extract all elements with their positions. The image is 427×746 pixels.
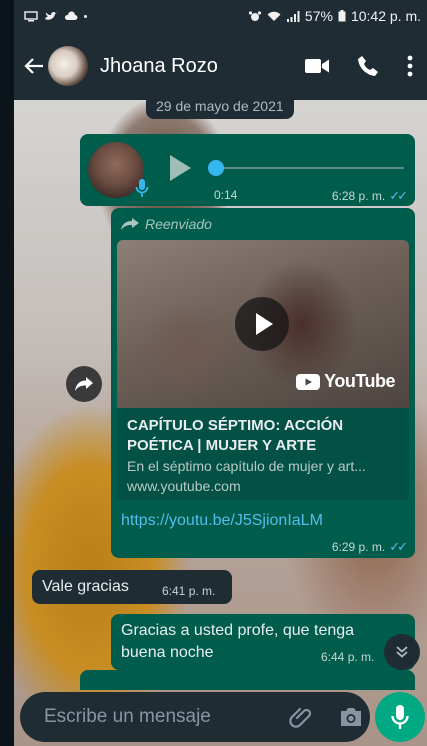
- forward-shortcut-button[interactable]: [66, 366, 102, 402]
- incoming-message-bubble[interactable]: Vale gracias 6:41 p. m.: [32, 570, 232, 604]
- header-actions: [305, 55, 417, 77]
- video-call-icon[interactable]: [305, 58, 329, 74]
- audio-message-bubble[interactable]: 0:14 6:28 p. m. ✓✓: [80, 134, 415, 206]
- composer-actions: [289, 705, 363, 729]
- play-icon: [256, 313, 273, 335]
- voice-record-button[interactable]: [375, 692, 425, 742]
- next-message-bubble[interactable]: [80, 670, 415, 690]
- cloud-icon: [64, 11, 78, 20]
- clock: 10:42 p. m.: [350, 8, 421, 24]
- scroll-to-bottom-button[interactable]: [384, 634, 420, 670]
- audio-progress-track[interactable]: [214, 167, 404, 169]
- chat-header: Jhoana Rozo: [14, 32, 427, 100]
- more-options-icon[interactable]: [407, 55, 413, 77]
- video-play-button[interactable]: [235, 297, 289, 351]
- message-composer: [20, 692, 370, 742]
- message-text: Vale gracias: [42, 578, 129, 595]
- contact-avatar[interactable]: [48, 46, 88, 86]
- audio-play-icon[interactable]: [168, 154, 192, 182]
- youtube-wordmark: YouTube: [324, 371, 395, 391]
- link-url[interactable]: https://youtu.be/J5SjionIaLM: [121, 512, 323, 530]
- alarm-icon: [248, 10, 262, 21]
- date-divider: 29 de mayo de 2021: [146, 93, 294, 119]
- audio-message-meta: 6:28 p. m. ✓✓: [331, 188, 408, 204]
- message-time: 6:41 p. m.: [162, 584, 216, 598]
- youtube-logo: YouTube: [296, 371, 395, 392]
- wifi-icon: [267, 11, 281, 21]
- forward-arrow-icon: [75, 377, 93, 391]
- message-input[interactable]: [44, 706, 289, 728]
- link-description: En el séptimo capítulo de mujer y art...: [127, 458, 366, 474]
- forwarded-text: Reenviado: [145, 216, 212, 232]
- double-chevron-down-icon: [396, 646, 408, 658]
- message-time: 6:28 p. m.: [331, 189, 386, 203]
- read-receipt-icon: ✓✓: [389, 539, 408, 554]
- link-title: CAPÍTULO SÉPTIMO: ACCIÓN POÉTICA | MUJER…: [127, 417, 344, 454]
- status-notifications: [24, 10, 87, 22]
- camera-icon[interactable]: [339, 706, 363, 728]
- signal-icon: [286, 10, 300, 22]
- back-arrow-icon: [24, 58, 43, 74]
- battery-icon: [338, 10, 346, 22]
- microphone-icon: [391, 705, 409, 729]
- screen-icon: [24, 10, 38, 21]
- video-thumbnail[interactable]: YouTube: [117, 240, 409, 408]
- message-time: 6:29 p. m.: [331, 540, 386, 554]
- outgoing-message-bubble[interactable]: Gracias a usted profe, que tenga buena n…: [111, 614, 415, 670]
- attach-icon[interactable]: [289, 705, 313, 729]
- audio-progress-handle[interactable]: [208, 160, 224, 176]
- forwarded-link-bubble[interactable]: Reenviado YouTube CAPÍTULO SÉPTIMO: ACCI…: [111, 208, 415, 558]
- phone-call-icon[interactable]: [357, 55, 379, 77]
- youtube-play-icon: [296, 373, 321, 390]
- battery-percent: 57%: [304, 8, 333, 24]
- audio-duration: 0:14: [214, 188, 238, 202]
- back-button[interactable]: [22, 54, 46, 78]
- more-notifications-dot: [84, 14, 87, 18]
- whatsapp-chat-screen: 57% 10:42 p. m. Jhoana Rozo 29 de mayo d…: [0, 0, 427, 746]
- microphone-icon: [135, 179, 149, 197]
- link-preview-card[interactable]: YouTube CAPÍTULO SÉPTIMO: ACCIÓN POÉTICA…: [117, 240, 409, 500]
- twitter-icon: [45, 11, 57, 20]
- link-domain: www.youtube.com: [127, 478, 241, 494]
- forwarded-label: Reenviado: [121, 216, 212, 232]
- status-bar: 57% 10:42 p. m.: [14, 0, 427, 32]
- forwarded-message-meta: 6:29 p. m. ✓✓: [331, 539, 408, 555]
- read-receipt-icon: ✓✓: [389, 188, 408, 203]
- forwarded-icon: [121, 218, 139, 230]
- message-time: 6:44 p. m.: [321, 650, 375, 664]
- status-system: 57% 10:42 p. m.: [248, 8, 421, 24]
- contact-name[interactable]: Jhoana Rozo: [100, 55, 218, 78]
